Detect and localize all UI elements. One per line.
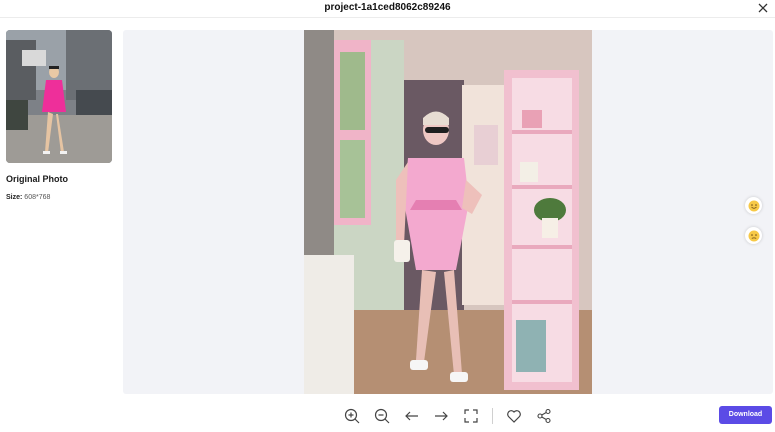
redo-arrow-icon[interactable]: [432, 407, 450, 425]
share-icon[interactable]: [535, 407, 553, 425]
zoom-out-icon[interactable]: [373, 407, 391, 425]
original-photo-thumbnail[interactable]: [6, 30, 112, 163]
download-button[interactable]: Download: [719, 406, 772, 424]
original-photo-label: Original Photo: [6, 174, 68, 184]
close-icon[interactable]: [757, 2, 769, 14]
size-value: 608*768: [24, 194, 51, 201]
size-info: Size: 608*768: [6, 194, 50, 201]
undo-arrow-icon[interactable]: [403, 407, 421, 425]
window-title: project-1a1ced8062c89246: [324, 2, 451, 13]
zoom-in-icon[interactable]: [343, 407, 361, 425]
fit-screen-icon[interactable]: [462, 407, 480, 425]
generated-image: [304, 30, 592, 394]
toolbar-divider: [492, 408, 493, 424]
smile-emoji-icon: [748, 200, 759, 211]
bottom-toolbar: [0, 403, 775, 429]
neutral-emoji-icon: [748, 230, 759, 241]
neutral-emoji-button[interactable]: [745, 227, 762, 244]
heart-icon[interactable]: [505, 407, 523, 425]
title-bar: project-1a1ced8062c89246: [0, 0, 775, 18]
smile-emoji-button[interactable]: [745, 197, 762, 214]
size-label: Size:: [6, 194, 23, 201]
